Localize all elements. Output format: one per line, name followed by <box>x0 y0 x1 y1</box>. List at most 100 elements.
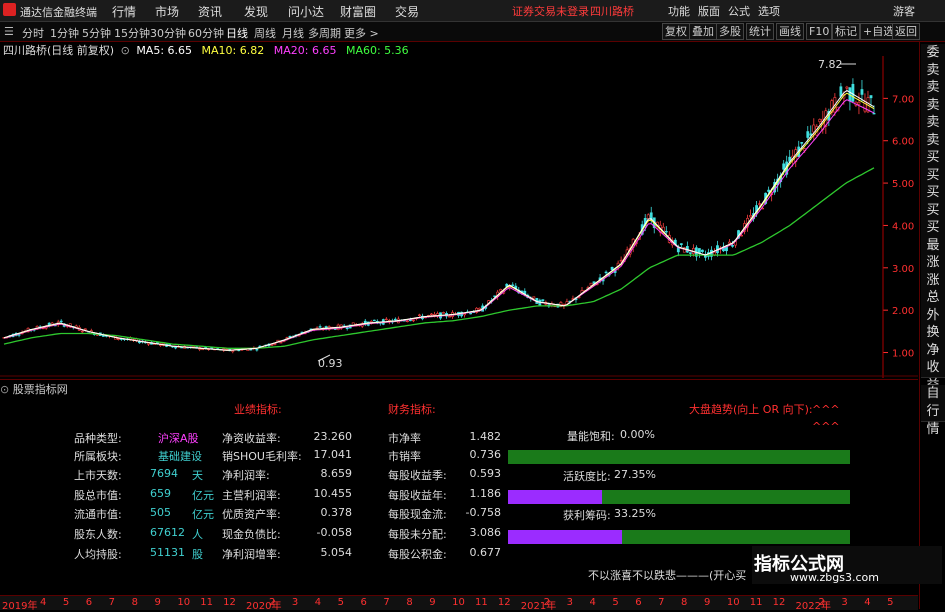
period-multi[interactable]: 多周期 <box>308 25 341 41</box>
y-tick-label: 4.00 <box>892 221 914 232</box>
candle-body <box>758 203 762 205</box>
menu-market[interactable]: 市场 <box>155 3 179 20</box>
candle-body <box>393 318 397 321</box>
fin-label-6: 每股公积金: <box>388 548 447 561</box>
side-item-16[interactable]: 换手 <box>921 324 945 358</box>
menu-discover[interactable]: 发现 <box>244 3 268 20</box>
kline-chart[interactable]: 1.00 2.00 3.00 4.00 5.00 6.00 7.00 7.82 0.93 <box>0 56 918 378</box>
overlay-button[interactable]: 叠加 <box>689 23 717 40</box>
ma5-line <box>3 89 875 351</box>
menu-function[interactable]: 功能 <box>668 3 690 19</box>
side-item-8[interactable]: 买三 <box>921 184 945 218</box>
candle-body <box>418 314 421 316</box>
y-tick-label: 2.00 <box>892 306 914 317</box>
candle-body <box>800 142 804 144</box>
left-unit-3: 亿元 <box>192 489 214 502</box>
timeline-mark: 5 <box>337 597 344 608</box>
timeline-mark: 3 <box>566 597 573 608</box>
left-value-3: 659 <box>150 487 171 500</box>
login-notice[interactable]: 证券交易未登录 <box>512 3 589 19</box>
candle-body <box>499 289 503 292</box>
side-item-14[interactable]: 总量 <box>921 289 945 323</box>
fin-value-0: 1.482 <box>469 430 502 443</box>
left-unit-4: 亿元 <box>192 508 214 521</box>
timeline-mark: 4 <box>314 597 322 608</box>
trend-value-2: ^^^ <box>812 420 840 433</box>
timeline-mark: 8 <box>406 597 413 608</box>
timeline-mark: 2021年 <box>520 601 557 612</box>
timeline-mark: 10 <box>177 597 191 608</box>
period-15min[interactable]: 15分钟 <box>114 25 150 41</box>
time-axis[interactable]: 2019年 4 5 6 7 8 9 10 11 12 2020年 2 3 4 5 6 7 8 9 10 11 12 2021… <box>0 595 918 612</box>
side-item-18[interactable]: 收益 <box>921 359 945 393</box>
period-1min[interactable]: 1分钟 <box>50 25 79 41</box>
period-monthly[interactable]: 月线 <box>282 25 304 41</box>
timeline-mark: 2 <box>268 597 276 608</box>
timeline-mark: 7 <box>108 597 116 608</box>
back-button[interactable]: 返回 <box>892 23 920 40</box>
guest-button[interactable]: 游客 <box>893 3 937 19</box>
menu-quotes[interactable]: 行情 <box>112 3 136 20</box>
period-more[interactable]: 更多 > <box>344 25 379 41</box>
meter-bar-activity <box>508 490 850 504</box>
period-60min[interactable]: 60分钟 <box>188 25 224 41</box>
perf-value-5: -0.058 <box>316 526 352 539</box>
side-item-2[interactable]: 卖四 <box>921 79 945 113</box>
menu-layout[interactable]: 版面 <box>698 3 720 19</box>
multi-stock-button[interactable]: 多股 <box>716 23 744 40</box>
toolbar-menu-icon[interactable]: ☰ <box>4 25 14 38</box>
candle-body <box>372 319 376 322</box>
side-item-10[interactable]: 买五 <box>921 219 945 253</box>
candle-body <box>279 341 283 344</box>
fin-value-6: 0.677 <box>469 546 502 559</box>
timeline-mark: 6 <box>85 597 93 608</box>
mark-button[interactable]: 标记 <box>832 23 860 40</box>
candle-body <box>860 89 864 95</box>
timeline-mark: 7 <box>658 597 665 608</box>
candle-body <box>818 119 822 122</box>
panel-footer-text: 不以涨喜不以跌悲———(开心买 <box>588 569 747 582</box>
period-intraday[interactable]: 分时 <box>22 25 44 41</box>
timeline-mark: 7 <box>383 597 390 608</box>
side-item-15[interactable]: 外盘 <box>921 306 945 341</box>
side-item-6[interactable]: 买一 <box>921 149 945 183</box>
side-item-1[interactable]: 卖五 <box>921 61 945 96</box>
side-item-11[interactable]: 最新 <box>921 236 945 271</box>
candle-body <box>688 252 692 254</box>
menu-trade[interactable]: 交易 <box>395 3 419 20</box>
candle-body <box>589 282 593 286</box>
candle-body <box>731 245 734 247</box>
side-item-9[interactable]: 买四 <box>921 201 945 236</box>
fin-label-5: 每股未分配: <box>388 528 447 541</box>
menu-formula[interactable]: 公式 <box>728 3 750 19</box>
side-bottom-item-0[interactable]: 自动 <box>921 385 945 419</box>
candle-body <box>201 348 205 351</box>
period-5min[interactable]: 5分钟 <box>82 25 111 41</box>
restore-rights-button[interactable]: 复权 <box>662 23 690 40</box>
period-30min[interactable]: 30分钟 <box>150 25 186 41</box>
trend-header: 大盘趋势(向上 OR 向下): <box>689 403 813 416</box>
low-price-label: 0.93 <box>318 357 343 370</box>
side-bottom-item-1[interactable]: 行情 <box>921 403 945 437</box>
side-item-3[interactable]: 卖三 <box>921 96 945 131</box>
period-daily[interactable]: 日线 <box>226 25 248 41</box>
period-weekly[interactable]: 周线 <box>254 25 276 41</box>
side-item-7[interactable]: 买二 <box>921 166 945 201</box>
side-item-0[interactable]: 委比 <box>921 44 945 78</box>
menu-news[interactable]: 资讯 <box>198 3 222 20</box>
timeline-mark: 11 <box>749 597 763 608</box>
draw-line-button[interactable]: 画线 <box>776 23 804 40</box>
side-item-4[interactable]: 卖二 <box>921 114 945 148</box>
perf-label-3: 主营利润率: <box>222 489 281 502</box>
side-item-5[interactable]: 卖一 <box>921 131 945 166</box>
candle-body <box>869 95 873 99</box>
menu-ask[interactable]: 问小达 <box>288 3 324 20</box>
stats-button[interactable]: 统计 <box>746 23 774 40</box>
side-item-12[interactable]: 涨跌 <box>921 254 945 288</box>
side-item-17[interactable]: 净资 <box>921 341 945 376</box>
menu-wealth-circle[interactable]: 财富圈 <box>340 3 376 20</box>
candle-body <box>448 315 451 318</box>
menu-options[interactable]: 选项 <box>758 3 780 19</box>
side-item-13[interactable]: 涨幅 <box>921 271 945 306</box>
f10-button[interactable]: F10 <box>806 23 833 40</box>
